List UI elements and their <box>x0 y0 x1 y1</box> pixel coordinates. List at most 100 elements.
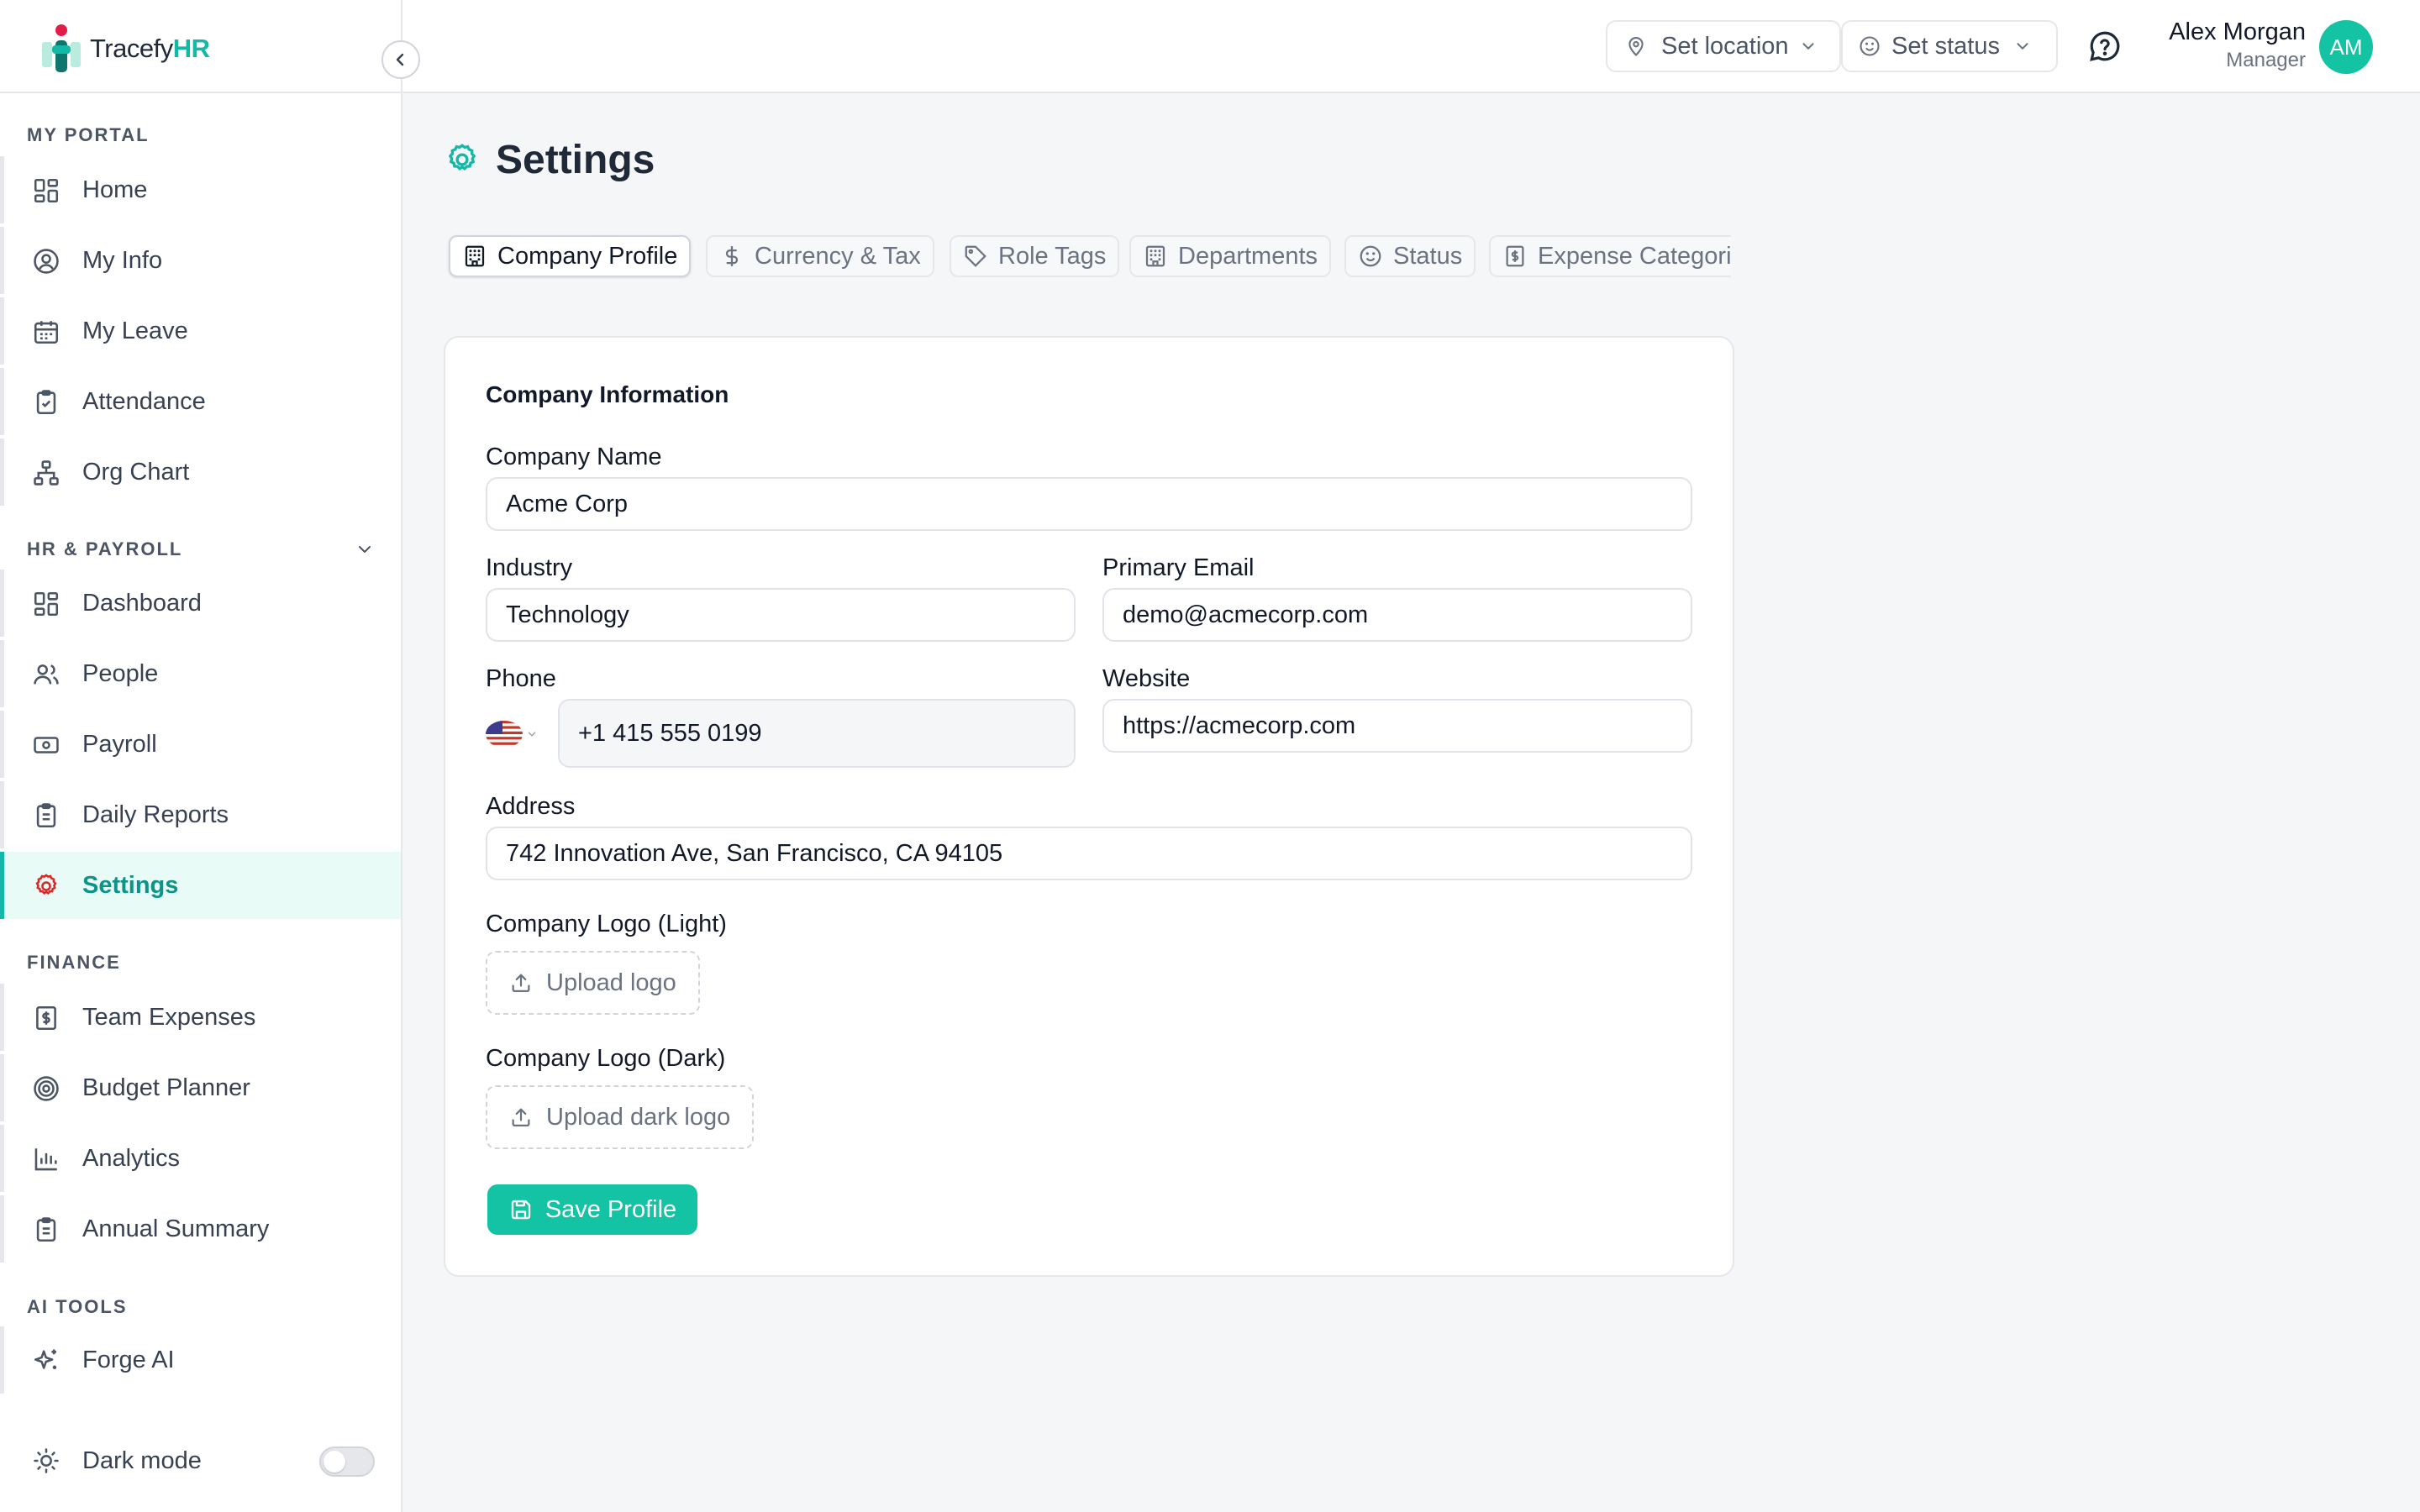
primary-email-input[interactable] <box>1102 588 1692 642</box>
primary-email-label: Primary Email <box>1102 554 1255 581</box>
sidebar-item-payroll[interactable]: Payroll <box>0 711 401 778</box>
chevron-down-icon <box>2017 43 2028 50</box>
sidebar-item-label: My Info <box>82 247 163 274</box>
tab-company-profile[interactable]: Company Profile <box>449 235 692 277</box>
building-icon <box>465 245 485 267</box>
sidebar-item-daily-reports[interactable]: Daily Reports <box>0 781 401 848</box>
tab-departments[interactable]: Departments <box>1129 235 1332 277</box>
tab-label: Currency & Tax <box>755 242 921 270</box>
section-ai-tools: AI TOOLS <box>27 1296 128 1317</box>
industry-input[interactable] <box>486 588 1076 642</box>
set-location-button[interactable]: Set location <box>1606 20 1841 72</box>
avatar[interactable]: AM <box>2319 20 2373 74</box>
company-name-label: Company Name <box>486 444 662 470</box>
dark-mode-label: Dark mode <box>82 1447 202 1474</box>
chevron-down-icon <box>528 732 536 737</box>
industry-label: Industry <box>486 554 573 581</box>
smile-icon <box>1360 245 1381 267</box>
address-input[interactable] <box>486 827 1692 880</box>
tab-status[interactable]: Status <box>1344 235 1476 277</box>
help-icon[interactable] <box>2087 29 2123 64</box>
address-label: Address <box>486 793 576 820</box>
us-flag-icon <box>486 721 523 748</box>
page-title: Settings <box>496 137 655 182</box>
tab-label: Company Profile <box>497 242 678 270</box>
set-location-label: Set location <box>1661 32 1789 60</box>
sidebar-item-analytics[interactable]: Analytics <box>0 1125 401 1192</box>
sidebar-item-org-chart[interactable]: Org Chart <box>0 438 401 506</box>
set-status-label: Set status <box>1891 32 2000 60</box>
company-logo-light-label: Company Logo (Light) <box>486 911 727 937</box>
dollar-icon <box>725 246 739 266</box>
sidebar-item-annual-summary[interactable]: Annual Summary <box>0 1195 401 1263</box>
website-label: Website <box>1102 665 1191 692</box>
tab-currency-tax[interactable]: Currency & Tax <box>706 235 934 277</box>
sidebar-item-forge-ai[interactable]: Forge AI <box>0 1326 401 1394</box>
grid-icon <box>34 178 59 203</box>
org-chart-icon <box>34 460 59 486</box>
sidebar-item-people[interactable]: People <box>0 640 401 707</box>
company-information-card: Company Information Company Name Industr… <box>444 336 1734 1277</box>
gear-icon <box>448 144 476 171</box>
receipt-icon <box>36 1005 56 1031</box>
set-status-button[interactable]: Set status <box>1841 20 2058 72</box>
target-icon <box>34 1076 59 1101</box>
sidebar-item-label: Attendance <box>82 388 206 415</box>
tracefy-logo-icon <box>42 24 81 72</box>
sidebar-item-label: Forge AI <box>82 1347 175 1373</box>
phone-input[interactable] <box>558 699 1076 768</box>
sidebar-item-label: Analytics <box>82 1145 181 1172</box>
upload-logo-label: Upload logo <box>546 969 676 996</box>
sidebar-item-budget-planner[interactable]: Budget Planner <box>0 1054 401 1121</box>
save-profile-button[interactable]: Save Profile <box>487 1184 697 1235</box>
sidebar-item-label: Settings <box>82 872 179 899</box>
chevron-down-icon[interactable] <box>355 539 375 559</box>
grid-icon <box>34 591 59 617</box>
website-input[interactable] <box>1102 699 1692 753</box>
sidebar-item-home[interactable]: Home <box>0 156 401 223</box>
sidebar-item-attendance[interactable]: Attendance <box>0 368 401 435</box>
gear-icon <box>35 874 57 895</box>
sidebar-item-label: Home <box>82 176 148 203</box>
user-role: Manager <box>2226 49 2306 71</box>
dark-mode-toggle[interactable] <box>319 1446 375 1477</box>
users-icon <box>34 664 59 685</box>
card-heading: Company Information <box>486 381 729 407</box>
phone-label: Phone <box>486 665 556 692</box>
collapse-sidebar-button[interactable] <box>381 40 420 79</box>
section-my-portal: MY PORTAL <box>27 124 150 145</box>
topbar: Set location Set status Alex Morgan Mana… <box>402 0 2420 93</box>
bar-chart-icon <box>34 1148 57 1171</box>
company-name-input[interactable] <box>486 477 1692 531</box>
sidebar-item-my-leave[interactable]: My Leave <box>0 297 401 365</box>
user-name[interactable]: Alex Morgan <box>2169 18 2306 46</box>
sidebar-item-my-info[interactable]: My Info <box>0 227 401 294</box>
sidebar-item-team-expenses[interactable]: Team Expenses <box>0 984 401 1051</box>
sidebar-item-label: Payroll <box>82 731 157 758</box>
chevron-left-icon <box>396 53 404 66</box>
sun-icon <box>34 1448 59 1473</box>
sidebar-item-settings[interactable]: Settings <box>0 852 401 919</box>
sidebar-item-label: Daily Reports <box>82 801 229 828</box>
upload-dark-logo-button[interactable]: Upload dark logo <box>486 1085 755 1149</box>
save-profile-label: Save Profile <box>544 1195 677 1223</box>
page-header: Settings <box>444 134 655 185</box>
tag-icon <box>965 245 986 267</box>
tab-expense-categories[interactable]: Expense Categories <box>1489 235 1731 277</box>
building-icon <box>1145 245 1165 267</box>
user-circle-icon <box>34 249 59 274</box>
sidebar-item-label: Annual Summary <box>82 1215 270 1242</box>
section-hr-payroll: HR & PAYROLL <box>27 538 183 559</box>
sidebar-item-dashboard[interactable]: Dashboard <box>0 570 401 637</box>
tab-label: Role Tags <box>998 242 1107 270</box>
calendar-icon <box>34 321 59 344</box>
app-window: TracefyHR MY PORTAL Home My Info My Leav… <box>0 0 2420 1512</box>
receipt-icon <box>1506 245 1524 267</box>
upload-dark-logo-label: Upload dark logo <box>546 1103 731 1131</box>
section-finance: FINANCE <box>27 952 121 973</box>
clipboard-icon <box>36 1217 56 1242</box>
sidebar-item-label: Budget Planner <box>82 1074 250 1101</box>
upload-logo-button[interactable]: Upload logo <box>486 951 700 1015</box>
tab-role-tags[interactable]: Role Tags <box>950 235 1120 277</box>
phone-country-select[interactable] <box>486 717 546 751</box>
